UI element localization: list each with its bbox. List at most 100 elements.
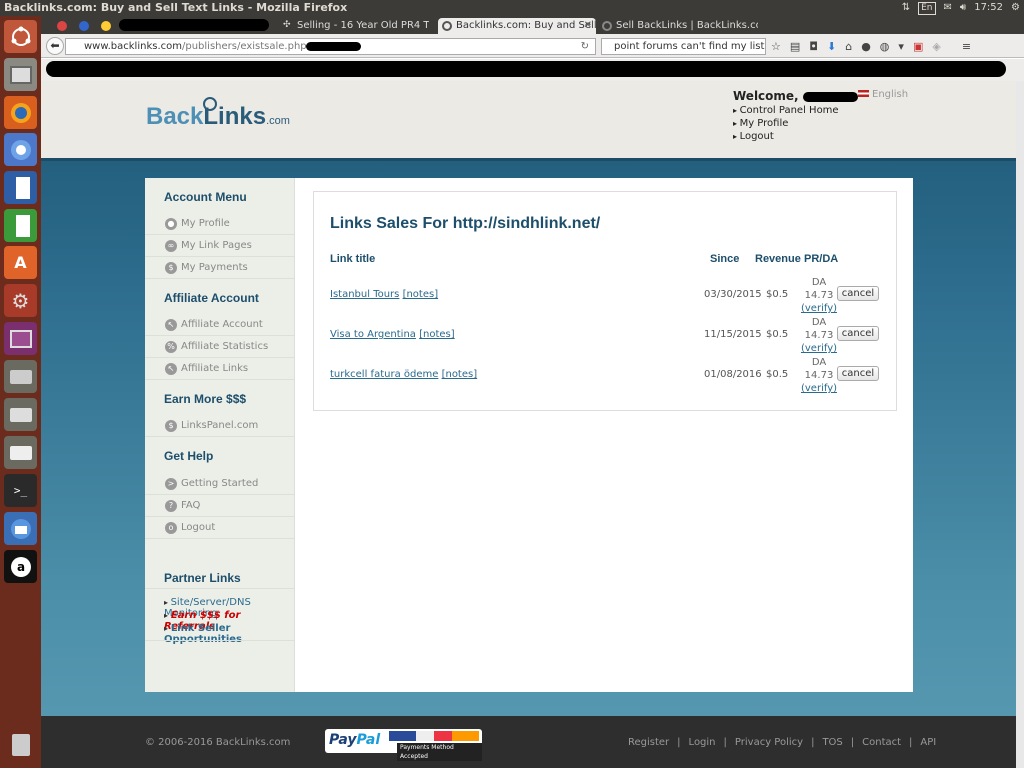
volume-icon[interactable]: 🔊︎	[960, 0, 966, 16]
url-bar[interactable]: www.backlinks.com/publishers/existsale.p…	[65, 38, 596, 55]
menu-icon[interactable]: ≡	[962, 40, 971, 53]
network-icon[interactable]: ⇅	[902, 0, 910, 16]
verify-link[interactable]: (verify)	[794, 342, 844, 355]
reload-icon[interactable]: ↻	[581, 39, 589, 54]
sidebar-item-affiliate-statistics[interactable]: % Affiliate Statistics	[145, 336, 295, 358]
sidebar-item-faq[interactable]: ? FAQ	[145, 495, 295, 517]
content-container: Account Menu ● My Profile ∞ My Link Pages …	[145, 178, 913, 692]
home-icon[interactable]: ⌂	[845, 40, 852, 53]
dollar-icon: $	[165, 420, 177, 432]
back-button[interactable]: ⬅	[46, 37, 64, 55]
partner-links-heading: Partner Links	[164, 571, 241, 585]
privacy-icon[interactable]: ◈	[932, 40, 940, 53]
footer-register-link[interactable]: Register	[628, 737, 669, 748]
verify-link[interactable]: (verify)	[794, 382, 844, 395]
software-center-icon[interactable]: A	[4, 246, 37, 279]
files-icon[interactable]	[4, 58, 37, 91]
sidebar-item-affiliate-links[interactable]: ↖ Affiliate Links	[145, 358, 295, 380]
sidebar-item-linkspanel[interactable]: $ LinksPanel.com	[145, 415, 295, 437]
calc-icon[interactable]	[4, 209, 37, 242]
trash-icon[interactable]	[4, 728, 37, 761]
sidebar-item-getting-started[interactable]: > Getting Started	[145, 473, 295, 495]
bookmarks-list-icon[interactable]: ▤	[790, 40, 800, 53]
tab-sell-backlinks[interactable]: Sell BackLinks | BackLinks.com	[598, 18, 758, 34]
paypal-pay: Pay	[329, 732, 357, 748]
footer-api-link[interactable]: API	[920, 737, 936, 748]
dropdown-icon[interactable]: ▾	[898, 40, 904, 53]
settings-gear-icon[interactable]: ⚙	[1011, 0, 1020, 16]
partner-link-seller-opportunities[interactable]: Link Seller Opportunities	[164, 623, 294, 645]
logout-link[interactable]: Logout	[733, 130, 839, 143]
sidebar-item-my-profile[interactable]: ● My Profile	[145, 213, 295, 235]
logo-com: .com	[266, 115, 290, 127]
link-title[interactable]: Visa to Argentina	[330, 329, 416, 340]
system-tray: ⇅ En ✉ 🔊︎ 17:52 ⚙	[902, 0, 1020, 16]
backlinks-logo[interactable]: BackLinks.com	[146, 97, 290, 131]
sidebar-item-logout[interactable]: o Logout	[145, 517, 295, 539]
sidebar-item-my-payments[interactable]: $ My Payments	[145, 257, 295, 279]
notes-link[interactable]: [notes]	[403, 289, 439, 300]
close-tab-icon[interactable]: ✕	[584, 18, 592, 33]
ubuntu-dash-icon[interactable]	[4, 20, 37, 53]
amazon-icon[interactable]: a	[4, 550, 37, 583]
search-input[interactable]: point forums can't find my listing	[601, 38, 766, 55]
system-settings-icon[interactable]: ⚙	[4, 284, 37, 317]
os-top-bar: Backlinks.com: Buy and Sell Text Links -…	[0, 0, 1024, 16]
paypal-badge: PayPal Payments Method Accepted	[325, 729, 482, 761]
redacted-tab	[119, 19, 269, 31]
sidebar-item-label: Affiliate Links	[181, 363, 249, 374]
pinned-tab-2[interactable]	[75, 18, 95, 34]
tab-selling[interactable]: ✣ Selling - 16 Year Old PR4 Trav...	[279, 18, 429, 34]
table-row: Istanbul Tours [notes] 03/30/2015 $0.5 D…	[314, 276, 898, 316]
toolbar-icons: ☆ ▤ ◘ ⬇ ⌂ ● ◍ ▾ ▣ ◈ ≡	[771, 38, 971, 55]
notes-link[interactable]: [notes]	[442, 369, 478, 380]
bookmark-star-icon[interactable]: ☆	[771, 40, 781, 53]
workspaces-icon[interactable]	[4, 322, 37, 355]
pocket-icon[interactable]: ◘	[809, 40, 818, 53]
firefox-icon[interactable]	[4, 96, 37, 129]
chromium-icon[interactable]	[4, 133, 37, 166]
usb-drive-icon[interactable]	[4, 436, 37, 469]
sidebar-item-my-link-pages[interactable]: ∞ My Link Pages	[145, 235, 295, 257]
chat-icon[interactable]: ●	[861, 40, 871, 53]
thunderbird-icon[interactable]	[4, 512, 37, 545]
pinned-tab-3[interactable]	[97, 18, 117, 34]
question-icon: ?	[165, 500, 177, 512]
notes-link[interactable]: [notes]	[419, 329, 455, 340]
footer-tos-link[interactable]: TOS	[822, 737, 842, 748]
keyboard-indicator[interactable]: En	[918, 1, 936, 15]
mail-icon[interactable]: ✉	[944, 0, 952, 16]
since-date: 01/08/2016	[704, 369, 762, 380]
pinned-tab-1[interactable]	[53, 18, 73, 34]
footer-contact-link[interactable]: Contact	[862, 737, 901, 748]
link-title[interactable]: turkcell fatura ödeme	[330, 369, 438, 380]
earn-more-heading: Earn More $$$	[164, 392, 247, 406]
terminal-icon[interactable]: >_	[4, 474, 37, 507]
shield-icon[interactable]: ▣	[913, 40, 923, 53]
header-menu: Control Panel Home My Profile Logout	[733, 104, 839, 143]
link-title[interactable]: Istanbul Tours	[330, 289, 399, 300]
play-icon: >	[165, 478, 177, 490]
site-footer: © 2006-2016 BackLinks.com PayPal Payment…	[41, 716, 1016, 768]
control-panel-link[interactable]: Control Panel Home	[733, 104, 839, 117]
page-scrollbar[interactable]	[1016, 81, 1024, 768]
addon-icon[interactable]: ◍	[880, 40, 890, 53]
sidebar-item-label: My Link Pages	[181, 240, 252, 251]
download-icon[interactable]: ⬇	[827, 40, 836, 53]
cancel-button[interactable]: cancel	[837, 366, 879, 381]
sidebar-item-affiliate-account[interactable]: ↖ Affiliate Account	[145, 314, 295, 336]
cursor-icon: ↖	[165, 363, 177, 375]
my-profile-link[interactable]: My Profile	[733, 117, 839, 130]
footer-login-link[interactable]: Login	[689, 737, 716, 748]
col-revenue: Revenue	[755, 253, 801, 265]
cancel-button[interactable]: cancel	[837, 286, 879, 301]
cancel-button[interactable]: cancel	[837, 326, 879, 341]
writer-icon[interactable]	[4, 171, 37, 204]
disk-usage-icon[interactable]	[4, 360, 37, 393]
verify-link[interactable]: (verify)	[794, 302, 844, 315]
drive-icon[interactable]	[4, 398, 37, 431]
language-selector[interactable]: English	[858, 89, 908, 100]
footer-privacy-link[interactable]: Privacy Policy	[735, 737, 803, 748]
clock[interactable]: 17:52	[974, 0, 1003, 16]
tab-backlinks-active[interactable]: Backlinks.com: Buy and Sell T...✕	[438, 18, 596, 34]
